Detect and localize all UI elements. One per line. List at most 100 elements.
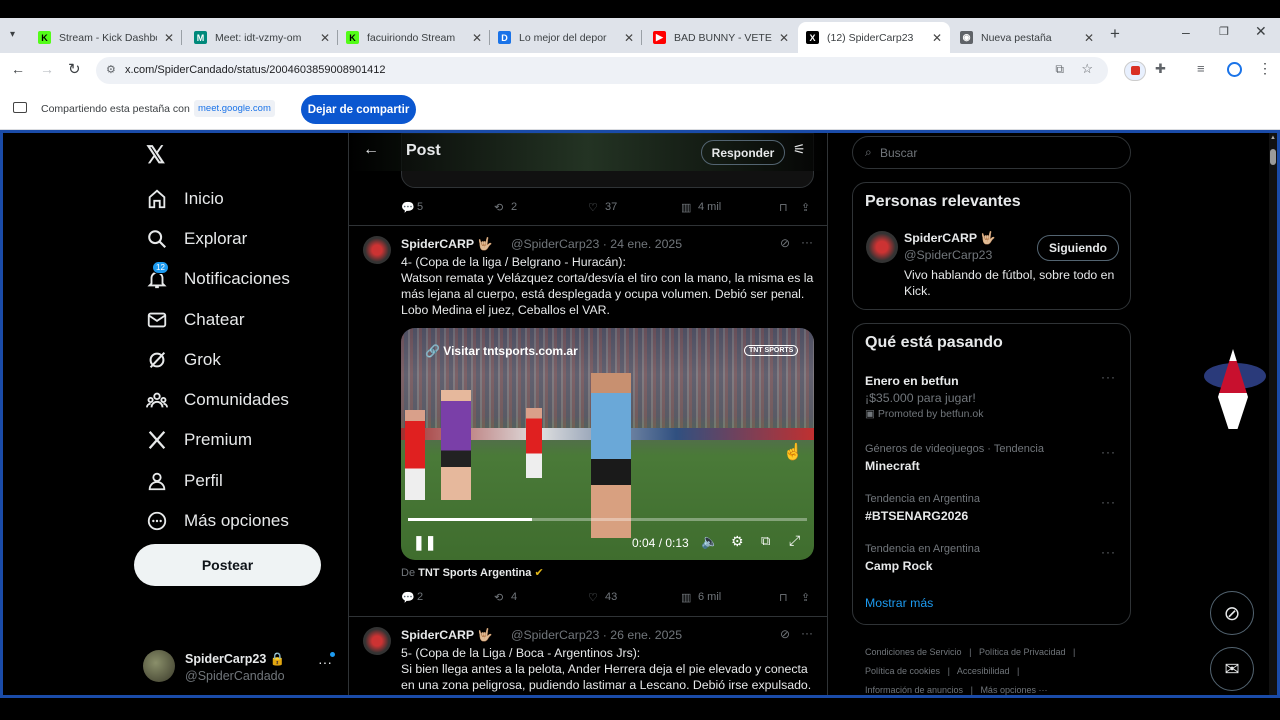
site-info-icon[interactable]: ⚙ — [106, 63, 116, 76]
nav-premium[interactable]: Premium — [146, 425, 252, 455]
close-tab-icon[interactable]: ✕ — [320, 31, 330, 45]
visit-link[interactable]: 🔗 Visitar tntsports.com.ar — [425, 344, 578, 358]
nav-más-opciones[interactable]: Más opciones — [146, 506, 289, 536]
trend-item[interactable]: Géneros de videojuegos · Tendencia Minec… — [853, 440, 1130, 476]
fullscreen-icon[interactable]: ⤢ — [789, 532, 800, 549]
share-icon[interactable]: ⇪ — [801, 201, 810, 214]
following-button[interactable]: Siguiendo — [1037, 235, 1119, 261]
more-dots-icon[interactable]: ··· — [801, 235, 813, 249]
more-dots-icon[interactable]: ··· — [801, 626, 813, 640]
grok-fab[interactable]: ⊘ — [1210, 591, 1254, 635]
x-logo-icon[interactable]: 𝕏 — [146, 141, 165, 170]
tab-5[interactable]: ▶ BAD BUNNY - VETE | V ✕ — [645, 22, 797, 53]
filter-settings-icon[interactable]: ⚟ — [793, 141, 806, 158]
bookmark-icon[interactable]: ⊓ — [779, 201, 788, 214]
footer-link[interactable]: Información de anuncios — [865, 685, 963, 695]
volume-icon[interactable]: 🔈 — [701, 533, 718, 550]
tweet-author[interactable]: SpiderCARP 🤟🏼 — [401, 628, 493, 643]
close-tab-icon[interactable]: ✕ — [472, 31, 482, 45]
tab-1[interactable]: K Stream - Kick Dashboa ✕ — [30, 22, 182, 53]
messages-fab[interactable]: ✉ — [1210, 647, 1254, 691]
nav-perfil[interactable]: Perfil — [146, 466, 223, 496]
like-icon[interactable]: ♡ — [588, 591, 598, 604]
like-icon[interactable]: ♡ — [588, 201, 598, 214]
footer-link[interactable]: Política de cookies — [865, 666, 940, 676]
footer-link[interactable]: Condiciones de Servicio — [865, 647, 962, 657]
scroll-thumb[interactable] — [1270, 149, 1276, 165]
x-icon — [146, 429, 168, 451]
account-switcher[interactable]: SpiderCarp23 🔒 @SpiderCandado ··· — [143, 648, 338, 688]
search-box[interactable]: ⌕ Buscar — [852, 136, 1131, 169]
close-tab-icon[interactable]: ✕ — [164, 31, 174, 45]
url-field[interactable]: ⚙ x.com/SpiderCandado/status/20046038590… — [96, 57, 1108, 84]
repost-icon[interactable]: ⟲ — [494, 201, 503, 214]
close-tab-icon[interactable]: ✕ — [1084, 31, 1094, 45]
share-icon[interactable]: ⇪ — [801, 591, 810, 604]
tab-2[interactable]: M Meet: idt-vzmy-om ✕ — [186, 22, 338, 53]
trend-item[interactable]: Tendencia en Argentina Camp Rock ··· — [853, 540, 1130, 576]
extension-icon[interactable] — [1124, 61, 1146, 81]
minimize-button[interactable]: – — [1182, 24, 1190, 40]
browser-menu-icon[interactable]: ⋮ — [1258, 60, 1272, 77]
reply-icon[interactable]: 💬 — [401, 201, 415, 214]
trend-title: #BTSENARG2026 — [865, 509, 969, 523]
tweet-4[interactable]: SpiderCARP 🤟🏼 @SpiderCarp23 · 24 ene. 20… — [349, 226, 827, 611]
tab-3[interactable]: Kfacuiriondo Stream ✕ — [338, 22, 490, 53]
forward-button[interactable]: → — [40, 61, 54, 77]
nav-notificaciones[interactable]: Notificaciones 12 — [146, 261, 290, 294]
reply-icon[interactable]: 💬 — [401, 591, 415, 604]
maximize-button[interactable]: ❐ — [1219, 25, 1229, 38]
new-tab-button[interactable]: + — [1110, 24, 1120, 44]
nav-explorar[interactable]: Explorar — [146, 224, 247, 254]
back-button[interactable]: ← — [11, 61, 25, 77]
nav-inicio[interactable]: Inicio — [146, 184, 224, 214]
video-player[interactable]: 🔗 Visitar tntsports.com.ar TNT SPORTS ❚❚… — [401, 328, 814, 560]
grok-icon[interactable]: ⊘ — [780, 236, 790, 250]
close-window-button[interactable]: ✕ — [1255, 23, 1267, 40]
show-more-link[interactable]: Mostrar más — [865, 596, 933, 610]
tab-7[interactable]: ◉ Nueva pestaña ✕ — [952, 22, 1102, 53]
footer-link[interactable]: Política de Privacidad — [979, 647, 1066, 657]
close-tab-icon[interactable]: ✕ — [932, 31, 942, 45]
profile-icon[interactable] — [1227, 62, 1242, 77]
pause-icon[interactable]: ❚❚ — [413, 534, 436, 551]
source-name[interactable]: TNT Sports Argentina — [418, 567, 531, 579]
bookmark-icon[interactable]: ⊓ — [779, 591, 788, 604]
person-name[interactable]: SpiderCARP 🤟🏼 — [904, 231, 996, 246]
nav-chatear[interactable]: Chatear — [146, 305, 244, 335]
reply-count: 5 — [417, 201, 424, 213]
more-dots-icon[interactable]: ··· — [1101, 495, 1116, 509]
trend-item[interactable]: Tendencia en Argentina #BTSENARG2026 ··· — [853, 490, 1130, 526]
trend-item[interactable]: Enero en betfun ¡$35.000 para jugar! ▣ P… — [853, 370, 1130, 420]
scroll-up-arrow[interactable]: ▲ — [1270, 135, 1276, 141]
tweet-author[interactable]: SpiderCARP 🤟🏼 — [401, 237, 493, 252]
post-button[interactable]: Postear — [134, 544, 321, 586]
close-tab-icon[interactable]: ✕ — [779, 31, 789, 45]
reply-button[interactable]: Responder — [701, 140, 785, 165]
bookmark-star-icon[interactable]: ☆ — [1081, 61, 1093, 77]
page-scrollbar[interactable]: ▲ — [1269, 133, 1277, 695]
grok-icon[interactable]: ⊘ — [780, 627, 790, 641]
more-dots-icon[interactable]: ··· — [1101, 370, 1116, 384]
stop-sharing-button[interactable]: Dejar de compartir — [301, 95, 416, 124]
close-tab-icon[interactable]: ✕ — [624, 31, 634, 45]
video-progress-track[interactable] — [408, 518, 807, 521]
nav-comunidades[interactable]: Comunidades — [146, 385, 289, 415]
tab-6[interactable]: X (12) SpiderCarp23 ✕ — [798, 22, 950, 53]
settings-gear-icon[interactable]: ⚙ — [731, 533, 744, 550]
nav-grok[interactable]: Grok — [146, 345, 221, 375]
pip-icon[interactable]: ⧉ — [761, 533, 770, 549]
tweet-5[interactable]: SpiderCARP 🤟🏼 @SpiderCarp23 · 26 ene. 20… — [349, 617, 827, 695]
reload-button[interactable]: ↻ — [68, 60, 81, 78]
repost-icon[interactable]: ⟲ — [494, 591, 503, 604]
tab-search-button[interactable]: ▾ — [10, 29, 15, 40]
more-dots-icon[interactable]: ··· — [1101, 445, 1116, 459]
tab-4[interactable]: D Lo mejor del depor ✕ — [490, 22, 642, 53]
footer-link[interactable]: Accesibilidad — [957, 666, 1010, 676]
puzzle-extensions-icon[interactable]: ✚ — [1155, 61, 1166, 77]
more-dots-icon[interactable]: ··· — [1101, 545, 1116, 559]
footer-link[interactable]: Más opciones ··· — [980, 685, 1047, 695]
cast-icon[interactable]: ⧉ — [1055, 62, 1064, 77]
media-control-icon[interactable]: ≡ — [1197, 61, 1205, 76]
back-arrow-icon[interactable]: ← — [363, 141, 379, 159]
